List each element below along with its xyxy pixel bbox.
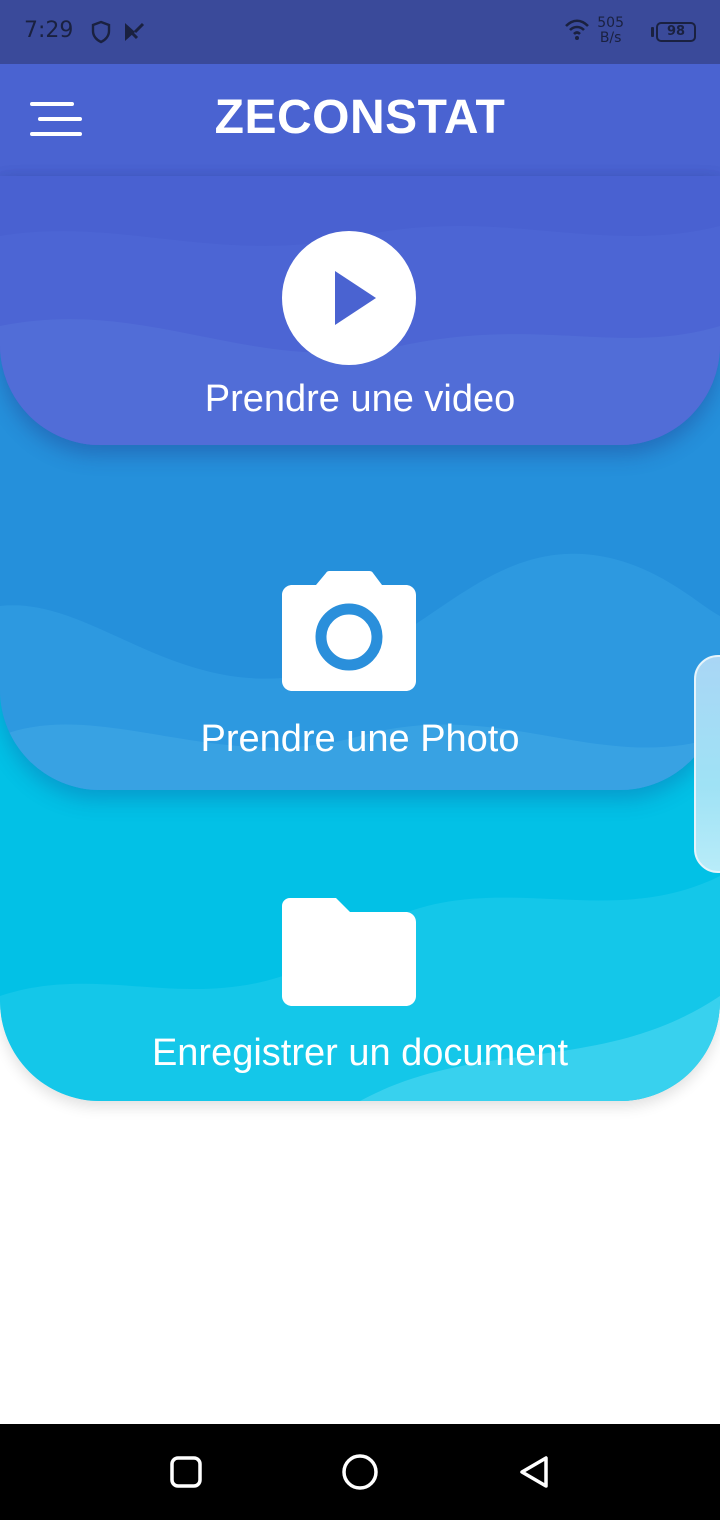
back-button[interactable]: [510, 1448, 558, 1496]
status-bar: 7:29 505 B/s 98: [0, 0, 720, 64]
system-nav-bar: [0, 1424, 720, 1520]
folder-icon: [282, 898, 416, 1011]
app-title: ZECONSTAT: [214, 91, 506, 144]
app-bar: ZECONSTAT: [0, 64, 720, 176]
status-right-group: 505 B/s 98: [556, 14, 696, 50]
recents-button[interactable]: [162, 1448, 210, 1496]
shield-icon: [90, 20, 112, 49]
play-store-icon: [122, 20, 146, 49]
wifi-icon: [564, 18, 590, 47]
battery-indicator: 98: [656, 22, 696, 42]
camera-icon: [282, 571, 416, 696]
network-speed: 505 B/s: [597, 16, 624, 46]
record-document-label: Enregistrer un document: [151, 1032, 569, 1074]
edge-panel-handle[interactable]: [694, 655, 720, 873]
take-video-card[interactable]: Prendre une video: [0, 176, 720, 445]
circle-home-icon: [342, 1454, 378, 1490]
triangle-back-icon: [520, 1456, 548, 1488]
status-time: 7:29: [24, 18, 74, 43]
battery-tip: [651, 27, 654, 37]
network-speed-unit: B/s: [599, 30, 622, 46]
home-button[interactable]: [336, 1448, 384, 1496]
square-recents-icon: [170, 1456, 202, 1488]
take-video-label: Prendre une video: [204, 378, 516, 420]
take-photo-label: Prendre une Photo: [200, 718, 520, 760]
network-speed-value: 505: [597, 15, 624, 31]
play-circle-icon: [282, 231, 416, 370]
